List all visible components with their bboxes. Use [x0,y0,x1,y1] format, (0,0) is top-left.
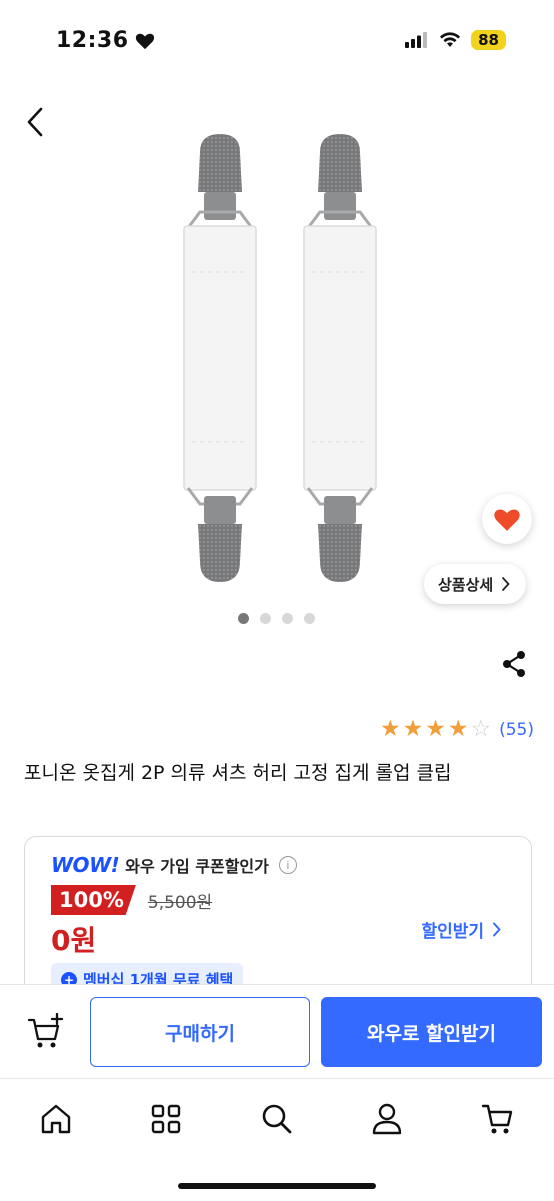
tab-category[interactable] [144,1097,188,1141]
heart-icon [494,508,520,531]
share-button[interactable] [498,648,530,680]
final-price: 0원 [51,924,97,957]
original-price: 5,500원 [147,892,213,913]
wow-coupon-text: 와우 가입 쿠폰할인가 [125,857,269,876]
product-image[interactable] [170,122,410,600]
carousel-dot[interactable] [238,613,249,624]
carousel-indicator [238,613,315,624]
home-indicator [178,1183,376,1189]
product-detail-label: 상품상세 [438,575,494,594]
coupon-link[interactable]: 할인받기 [421,917,501,942]
discount-badge: 100% [51,885,136,915]
status-time-text: 12:36 [56,28,129,53]
profile-icon [372,1103,402,1135]
cart-add-icon [27,1013,64,1048]
coupon-link-label: 할인받기 [421,922,484,942]
carousel-dot[interactable] [282,613,293,624]
star-filled-icon: ★ [402,716,424,742]
wow-logo: WOW! [51,853,120,877]
search-icon [262,1104,292,1134]
review-count[interactable]: (55) [499,720,534,740]
wow-row: WOW! 와우 가입 쿠폰할인가 i [51,853,297,877]
category-icon [151,1104,181,1134]
rating-stars: ★ ★ ★ ★ ☆ [380,718,491,741]
chevron-right-icon [493,922,501,937]
chevron-right-icon [502,577,510,591]
share-icon [503,651,525,677]
add-to-cart-button[interactable] [22,1007,70,1055]
tab-bar [0,1078,554,1201]
clip-left [183,134,257,582]
tab-cart[interactable] [476,1097,520,1141]
star-filled-icon: ★ [425,716,446,742]
cart-icon [481,1104,513,1134]
star-empty-icon: ☆ [470,716,492,742]
chevron-left-icon [27,107,43,137]
product-title: 포니온 옷집게 2P 의류 셔츠 허리 고정 집게 롤업 클립 [24,762,452,784]
carousel-dot[interactable] [304,613,315,624]
bottom-action-bar: 구매하기 와우로 할인받기 [0,984,554,1079]
cellular-signal-icon [405,32,428,48]
price-card: WOW! 와우 가입 쿠폰할인가 i 100% 5,500원 0원 할인받기 +… [24,836,532,1008]
discount-row: 100% 5,500원 [51,885,212,915]
heart-status-icon [135,33,154,49]
product-rating[interactable]: ★ ★ ★ ★ ☆ (55) [380,718,534,741]
star-filled-icon: ★ [379,716,401,742]
info-icon[interactable]: i [278,856,297,874]
carousel-dot[interactable] [260,613,271,624]
tab-profile[interactable] [365,1097,409,1141]
buy-button[interactable]: 구매하기 [90,997,310,1067]
wifi-icon [440,32,461,47]
wishlist-button[interactable] [482,494,532,544]
wow-discount-button[interactable]: 와우로 할인받기 [321,997,542,1067]
star-filled-icon: ★ [447,716,469,742]
home-icon [41,1104,71,1134]
back-button[interactable] [18,102,52,142]
tab-home[interactable] [34,1097,78,1141]
tab-search[interactable] [255,1097,299,1141]
clip-right [303,134,377,582]
product-detail-button[interactable]: 상품상세 [424,564,527,604]
battery-indicator: 88 [471,30,506,50]
status-time: 12:36 [56,28,155,53]
status-icons: 88 [405,30,506,50]
